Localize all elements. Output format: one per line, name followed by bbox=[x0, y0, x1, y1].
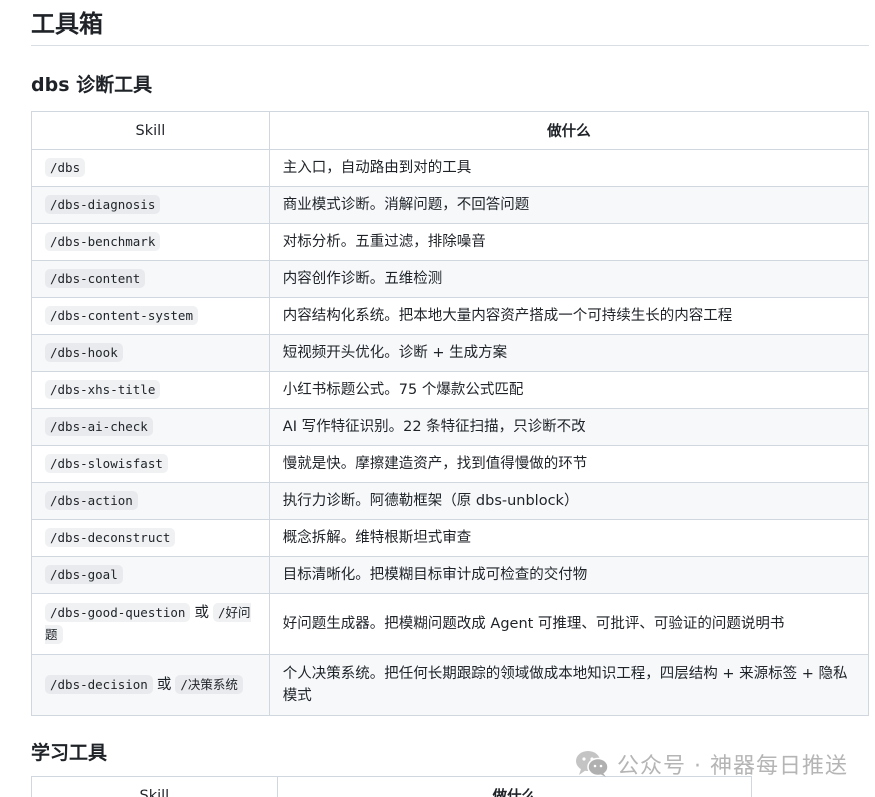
table-row: /dbs-good-question 或/好问题 好问题生成器。把模糊问题改成 A… bbox=[31, 593, 870, 655]
skill-command: /dbs-xhs-title bbox=[45, 380, 161, 399]
skill-cell: /dbs-goal bbox=[31, 556, 270, 594]
table-header-row: Skill 做什么 bbox=[31, 111, 870, 150]
skill-cell: /dbs-ai-check bbox=[31, 408, 270, 446]
desc-cell: 执行力诊断。阿德勒框架（原 dbs-unblock） bbox=[268, 482, 870, 520]
skill-cell: /dbs bbox=[31, 149, 270, 187]
or-text: 或 bbox=[156, 677, 172, 693]
skill-command: /dbs-hook bbox=[45, 343, 123, 362]
skill-command: /dbs bbox=[45, 158, 86, 177]
skill-cell: /dbs-slowisfast bbox=[31, 445, 270, 483]
table-row: /dbs-slowisfast 慢就是快。摩擦建造资产，找到值得慢做的环节 bbox=[31, 445, 870, 483]
skill-command: /dbs-benchmark bbox=[45, 232, 161, 251]
table-row: /dbs 主入口，自动路由到对的工具 bbox=[31, 149, 870, 187]
skill-command: /dbs-diagnosis bbox=[45, 195, 161, 214]
skill-cell: /dbs-benchmark bbox=[31, 223, 270, 261]
skill-command: /dbs-goal bbox=[45, 565, 123, 584]
table-row: /dbs-deconstruct 概念拆解。维特根斯坦式审查 bbox=[31, 519, 870, 557]
desc-cell: 内容创作诊断。五维检测 bbox=[268, 260, 870, 298]
or-text: 或 bbox=[194, 605, 209, 621]
table-row: /dbs-ai-check AI 写作特征识别。22 条特征扫描，只诊断不改 bbox=[31, 408, 870, 446]
table-row: /dbs-content-system 内容结构化系统。把本地大量内容资产搭成一… bbox=[31, 297, 870, 335]
desc-cell: 短视频开头优化。诊断 + 生成方案 bbox=[268, 334, 870, 372]
wechat-icon bbox=[575, 750, 609, 778]
table-row: /dbs-decision 或/决策系统 个人决策系统。把任何长期跟踪的领域做成本… bbox=[31, 654, 870, 716]
desc-cell: 小红书标题公式。75 个爆款公式匹配 bbox=[268, 371, 870, 409]
skill-command: /dbs-content-system bbox=[45, 306, 198, 325]
table-row: /dbs-xhs-title 小红书标题公式。75 个爆款公式匹配 bbox=[31, 371, 870, 409]
desc-cell: 慢就是快。摩擦建造资产，找到值得慢做的环节 bbox=[268, 445, 870, 483]
skill-cell: /dbs-diagnosis bbox=[31, 186, 270, 224]
table-row: /dbs-hook 短视频开头优化。诊断 + 生成方案 bbox=[31, 334, 870, 372]
page: 工具箱 dbs 诊断工具 Skill 做什么 /dbs 主入口，自动路由到对的工… bbox=[0, 0, 875, 797]
skill-command: /dbs-good-question bbox=[45, 603, 191, 622]
skill-cell: /dbs-decision 或/决策系统 bbox=[31, 654, 270, 716]
table-row: /dbs-benchmark 对标分析。五重过滤，排除噪音 bbox=[31, 223, 870, 261]
skill-command: /dbs-deconstruct bbox=[45, 528, 176, 547]
skill-command: /dbs-ai-check bbox=[45, 417, 153, 436]
desc-cell: 商业模式诊断。消解问题，不回答问题 bbox=[268, 186, 870, 224]
skill-cell: /dbs-content bbox=[31, 260, 270, 298]
skill-command-alt: /决策系统 bbox=[175, 675, 243, 694]
desc-cell: 内容结构化系统。把本地大量内容资产搭成一个可持续生长的内容工程 bbox=[268, 297, 870, 335]
skill-cell: /dbs-deconstruct bbox=[31, 519, 270, 557]
section-heading-dbs: dbs 诊断工具 bbox=[31, 74, 153, 96]
skill-cell: /dbs-content-system bbox=[31, 297, 270, 335]
desc-cell: AI 写作特征识别。22 条特征扫描，只诊断不改 bbox=[268, 408, 870, 446]
desc-cell: 主入口，自动路由到对的工具 bbox=[268, 149, 870, 187]
desc-cell: 目标清晰化。把模糊目标审计成可检查的交付物 bbox=[268, 556, 870, 594]
skill-command: /dbs-action bbox=[45, 491, 138, 510]
table-row: /dbs-goal 目标清晰化。把模糊目标审计成可检查的交付物 bbox=[31, 556, 870, 594]
watermark: 公众号 · 神器每日推送 bbox=[575, 748, 848, 780]
desc-cell: 概念拆解。维特根斯坦式审查 bbox=[268, 519, 870, 557]
column-header-skill: Skill bbox=[31, 111, 270, 150]
desc-cell: 个人决策系统。把任何长期跟踪的领域做成本地知识工程，四层结构 + 来源标签 + … bbox=[268, 654, 870, 716]
dbs-tools-table: Skill 做什么 /dbs 主入口，自动路由到对的工具 /dbs-diagno… bbox=[31, 111, 870, 716]
column-header-skill: Skill bbox=[31, 776, 278, 797]
watermark-text: 公众号 · 神器每日推送 bbox=[617, 754, 848, 779]
skill-command: /dbs-decision bbox=[45, 675, 153, 694]
skill-command: /dbs-slowisfast bbox=[45, 454, 168, 473]
column-header-desc: 做什么 bbox=[268, 111, 870, 150]
table-row: /dbs-action 执行力诊断。阿德勒框架（原 dbs-unblock） bbox=[31, 482, 870, 520]
table-row: /dbs-content 内容创作诊断。五维检测 bbox=[31, 260, 870, 298]
skill-cell: /dbs-hook bbox=[31, 334, 270, 372]
desc-cell: 对标分析。五重过滤，排除噪音 bbox=[268, 223, 870, 261]
skill-cell: /dbs-action bbox=[31, 482, 270, 520]
skill-cell: /dbs-xhs-title bbox=[31, 371, 270, 409]
skill-command: /dbs-content bbox=[45, 269, 146, 288]
page-title: 工具箱 bbox=[31, 0, 869, 46]
skill-cell: /dbs-good-question 或/好问题 bbox=[31, 593, 270, 655]
table-row: /dbs-diagnosis 商业模式诊断。消解问题，不回答问题 bbox=[31, 186, 870, 224]
desc-cell: 好问题生成器。把模糊问题改成 Agent 可推理、可批评、可验证的问题说明书 bbox=[268, 593, 870, 655]
